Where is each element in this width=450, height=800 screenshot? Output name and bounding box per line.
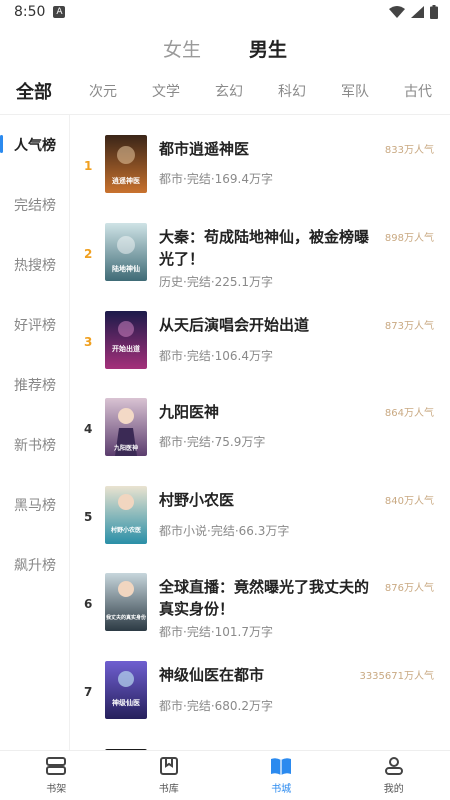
list-item[interactable]: 4 九阳医神 九阳医神 都市·完结·75.9万字 864万人气 — [70, 382, 450, 470]
book-meta: 都市·完结·680.2万字 — [159, 699, 273, 713]
book-icon — [159, 757, 178, 775]
gender-tabs: 女生 男生 — [0, 24, 450, 72]
category-xuanhuan[interactable]: 玄幻 — [215, 81, 243, 101]
signal-icon — [411, 6, 424, 18]
book-meta: 都市·完结·106.4万字 — [159, 349, 273, 363]
user-icon — [384, 757, 403, 775]
category-ciyuan[interactable]: 次元 — [89, 81, 117, 101]
list-item[interactable]: 3 开始出道 从天后演唱会开始出道 都市·完结·106.4万字 873万人气 — [70, 295, 450, 383]
notification-icon: A — [53, 6, 66, 18]
book-title[interactable]: 全球直播：竟然曝光了我丈夫的真实身份！ — [159, 576, 373, 620]
status-bar: 8:50 A — [0, 0, 450, 24]
book-cover[interactable]: 神级仙医 — [105, 661, 147, 719]
battery-icon — [430, 5, 438, 19]
tab-label: 我的 — [383, 784, 404, 795]
book-title[interactable]: 神级仙医在都市 — [159, 664, 373, 686]
tab-male[interactable]: 男生 — [249, 35, 287, 62]
sidebar-item-recommended[interactable]: 推荐榜 — [0, 355, 69, 415]
cover-title-text: 九阳医神 — [113, 444, 138, 452]
rank-number: 3 — [84, 335, 93, 349]
popularity-count: 3335671万人气 — [359, 671, 434, 682]
category-bar: 全部 次元 文学 玄幻 科幻 军队 古代 — [0, 72, 450, 110]
book-meta: 都市小说·完结·66.3万字 — [159, 524, 290, 538]
book-title[interactable]: 村野小农医 — [159, 489, 373, 511]
cover-title-text: 神级仙医 — [112, 698, 140, 707]
book-cover[interactable]: 逍遥神医 — [105, 135, 147, 193]
sidebar-item-completed[interactable]: 完结榜 — [0, 175, 69, 235]
book-cover[interactable]: 村野小农医 — [105, 486, 147, 544]
tab-label: 书库 — [158, 784, 179, 795]
popularity-count: 864万人气 — [384, 408, 434, 419]
popularity-count: 873万人气 — [384, 321, 434, 332]
rank-number: 2 — [84, 247, 93, 261]
sidebar-item-new-books[interactable]: 新书榜 — [0, 415, 69, 475]
book-title[interactable]: 从天后演唱会开始出道 — [159, 314, 373, 336]
cover-title-text: 陆地神仙 — [112, 264, 140, 273]
rank-number: 7 — [84, 685, 93, 699]
tab-mine[interactable]: 我的 — [338, 751, 450, 800]
cover-title-text: 村野小农医 — [110, 526, 141, 534]
book-list: 1 逍遥神医 都市逍遥神医 都市·完结·169.4万字 833万人气 2 陆地神… — [70, 115, 450, 750]
rank-number: 5 — [84, 510, 93, 524]
bottom-tab-bar: 书架 书库 书城 我的 — [0, 750, 450, 800]
category-ancient[interactable]: 古代 — [404, 81, 432, 101]
wifi-icon — [389, 6, 405, 18]
tab-bookstore[interactable]: 书城 — [225, 751, 338, 800]
sidebar-item-top-rated[interactable]: 好评榜 — [0, 295, 69, 355]
category-literature[interactable]: 文学 — [152, 81, 180, 101]
book-cover[interactable]: 我丈夫的真实身份 — [105, 573, 147, 631]
cover-title-text: 开始出道 — [112, 344, 140, 353]
tab-bookshelf[interactable]: 书架 — [0, 751, 113, 800]
rank-number: 6 — [84, 597, 93, 611]
list-item[interactable]: 6 我丈夫的真实身份 全球直播：竟然曝光了我丈夫的真实身份！ 都市·完结·101… — [70, 557, 450, 645]
popularity-count: 898万人气 — [384, 233, 434, 244]
book-cover[interactable]: 开始出道 — [105, 311, 147, 369]
sidebar-item-dark-horse[interactable]: 黑马榜 — [0, 475, 69, 535]
book-title[interactable]: 九阳医神 — [159, 401, 373, 423]
open-book-icon — [271, 758, 292, 775]
book-meta: 都市·完结·169.4万字 — [159, 172, 273, 186]
rank-sidebar: 人气榜 完结榜 热搜榜 好评榜 推荐榜 新书榜 黑马榜 飙升榜 — [0, 115, 70, 750]
book-title[interactable]: 大秦：苟成陆地神仙，被金榜曝光了！ — [159, 226, 373, 270]
list-item[interactable]: 7 神级仙医 神级仙医在都市 都市·完结·680.2万字 3335671万人气 — [70, 645, 450, 733]
list-item[interactable] — [70, 733, 450, 750]
rank-number: 1 — [84, 159, 93, 173]
book-cover[interactable]: 陆地神仙 — [105, 223, 147, 281]
list-item[interactable]: 1 逍遥神医 都市逍遥神医 都市·完结·169.4万字 833万人气 — [70, 119, 450, 207]
tab-label: 书城 — [271, 784, 292, 795]
popularity-count: 876万人气 — [384, 583, 434, 594]
book-meta: 都市·完结·101.7万字 — [159, 625, 273, 639]
cover-title-text: 我丈夫的真实身份 — [106, 614, 147, 621]
status-time: 8:50 — [14, 4, 46, 20]
cover-title-text: 逍遥神医 — [112, 176, 140, 185]
list-item[interactable]: 2 陆地神仙 大秦：苟成陆地神仙，被金榜曝光了！ 历史·完结·225.1万字 8… — [70, 207, 450, 295]
rank-number: 4 — [84, 422, 93, 436]
bookshelf-icon — [46, 757, 67, 775]
sidebar-item-hot-search[interactable]: 热搜榜 — [0, 235, 69, 295]
book-meta: 历史·完结·225.1万字 — [159, 275, 273, 289]
tab-female[interactable]: 女生 — [163, 35, 201, 62]
category-military[interactable]: 军队 — [341, 81, 369, 101]
content-area: 人气榜 完结榜 热搜榜 好评榜 推荐榜 新书榜 黑马榜 飙升榜 1 逍遥神医 都… — [0, 114, 450, 750]
popularity-count: 833万人气 — [384, 145, 434, 156]
sidebar-item-popular[interactable]: 人气榜 — [0, 115, 69, 175]
book-meta: 都市·完结·75.9万字 — [159, 435, 266, 449]
popularity-count: 840万人气 — [384, 496, 434, 507]
tab-library[interactable]: 书库 — [113, 751, 226, 800]
book-title[interactable]: 都市逍遥神医 — [159, 138, 373, 160]
category-all[interactable]: 全部 — [16, 78, 52, 104]
book-cover[interactable]: 九阳医神 — [105, 398, 147, 456]
tab-label: 书架 — [46, 784, 67, 795]
category-scifi[interactable]: 科幻 — [278, 81, 306, 101]
sidebar-item-rising[interactable]: 飙升榜 — [0, 535, 69, 595]
list-item[interactable]: 5 村野小农医 村野小农医 都市小说·完结·66.3万字 840万人气 — [70, 470, 450, 558]
